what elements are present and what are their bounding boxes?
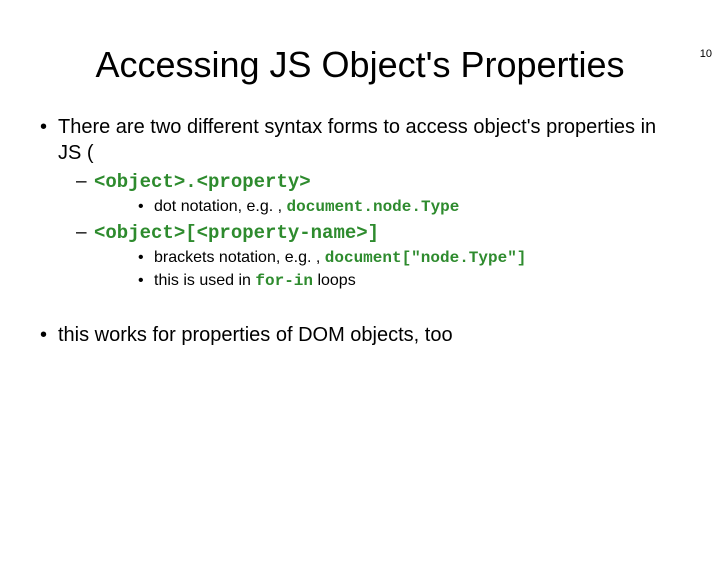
bullet-text: this works for properties of DOM objects…: [58, 324, 453, 346]
detail-item: this is used in for-in loops: [138, 271, 680, 292]
bullet-item: There are two different syntax forms to …: [40, 114, 680, 292]
detail-text: brackets notation, e.g. ,: [154, 249, 325, 266]
slide-body: There are two different syntax forms to …: [40, 114, 680, 348]
code-text: ]: [368, 222, 379, 244]
detail-text: loops: [313, 272, 356, 289]
bullet-text: There are two different syntax forms to …: [58, 116, 656, 164]
detail-text: dot notation, e.g. ,: [154, 198, 287, 215]
detail-item: dot notation, e.g. , document.node.Type: [138, 197, 680, 218]
page-number: 10: [700, 48, 712, 60]
code-text: document.node.Type: [287, 198, 460, 216]
detail-text: this is used in: [154, 272, 255, 289]
code-text: document["node.Type"]: [325, 249, 527, 267]
slide-title: Accessing JS Object's Properties: [20, 44, 700, 86]
code-text: <property>: [197, 171, 311, 193]
code-text: for-in: [255, 272, 313, 290]
bullet-item: this works for properties of DOM objects…: [40, 322, 680, 348]
sub-item: <object>.<property> dot notation, e.g. ,…: [76, 170, 680, 217]
code-text: <object>.: [94, 171, 197, 193]
code-text: <property-name>: [197, 222, 368, 244]
sub-item: <object>[<property-name>] brackets notat…: [76, 221, 680, 291]
detail-item: brackets notation, e.g. , document["node…: [138, 248, 680, 269]
code-text: <object>[: [94, 222, 197, 244]
